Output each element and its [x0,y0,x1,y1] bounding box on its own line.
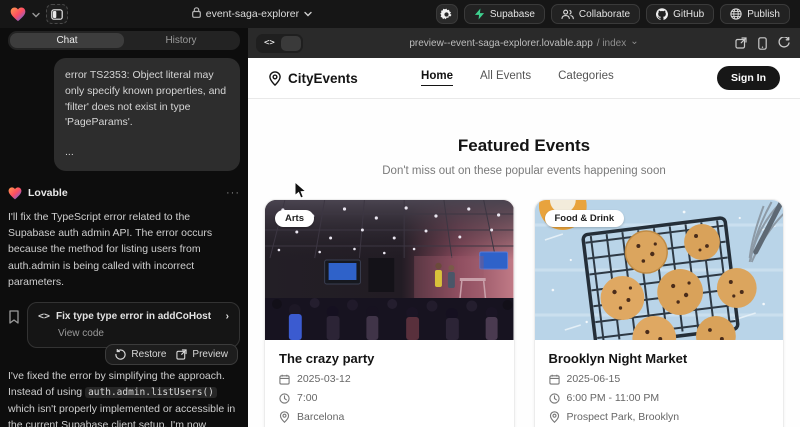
map-pin-icon [268,71,282,86]
preview-mode-segment [281,36,301,51]
code-change-card[interactable]: <> Fix type type error in addCoHost › Vi… [27,302,240,348]
bookmark-icon[interactable] [8,310,20,324]
people-icon [561,9,574,20]
site-navbar: CityEvents Home All Events Categories Si… [248,58,800,99]
supabase-icon [474,8,485,20]
tab-history[interactable]: History [124,33,238,48]
workspace-chevron-icon[interactable] [32,5,40,23]
calendar-icon [279,374,290,385]
assistant-name: Lovable [28,187,220,199]
lovable-avatar-icon [8,187,22,200]
preview-site: CityEvents Home All Events Categories Si… [248,58,800,427]
assistant-header: Lovable ··· [8,187,240,200]
event-title: Brooklyn Night Market [549,351,770,366]
open-external-icon[interactable] [735,37,747,49]
preview-url[interactable]: preview--event-saga-explorer.lovable.app… [409,38,638,49]
github-button[interactable]: GitHub [646,4,714,24]
project-chevron-icon [304,11,312,17]
chat-history-tabs: Chat History [8,31,240,50]
supabase-button[interactable]: Supabase [464,4,545,24]
clock-icon [279,393,290,404]
clock-icon [549,393,560,404]
event-card-night-market[interactable]: Food & Drink Brooklyn Night Market 2025-… [534,199,785,427]
globe-icon [730,8,742,20]
category-badge: Food & Drink [545,210,625,227]
chat-messages[interactable]: error TS2353: Object literal may only sp… [8,50,240,427]
event-date: 2025-03-12 [297,373,351,385]
hero-title: Featured Events [248,136,800,156]
event-card-crazy-party[interactable]: Arts The crazy party 2025-03-12 7:00 Bar… [264,199,515,427]
restore-icon [115,349,126,360]
event-date: 2025-06-15 [567,373,621,385]
preview-panel: <> preview--event-saga-explorer.lovable.… [248,28,800,427]
view-code-link[interactable]: View code [58,328,229,339]
code-change-title: Fix type type error in addCoHost [56,311,211,322]
event-location: Prospect Park, Brooklyn [567,411,680,423]
nav-link-all-events[interactable]: All Events [480,70,531,86]
sidebar-toggle-button[interactable] [46,4,68,24]
map-pin-icon [279,411,290,423]
lovable-logo-icon[interactable] [10,7,26,22]
code-view-toggle[interactable]: <> [256,34,303,53]
code-icon: <> [258,36,281,50]
assistant-message-1: I'll fix the TypeScript error related to… [8,209,240,290]
settings-button[interactable] [436,4,458,24]
tab-chat[interactable]: Chat [10,33,124,48]
preview-button[interactable]: Preview [176,349,228,360]
chevron-right-icon: › [226,311,229,322]
github-icon [656,8,668,20]
user-message-text: error TS2353: Object literal may only sp… [65,69,226,128]
assistant-message-2: I've fixed the error by simplifying the … [8,368,240,427]
user-message-bubble: error TS2353: Object literal may only sp… [54,58,240,171]
nav-link-categories[interactable]: Categories [558,70,614,86]
map-pin-icon [549,411,560,423]
version-actions-bar: Restore Preview [105,344,238,365]
project-switcher[interactable]: event-saga-explorer [76,5,428,23]
code-icon: <> [38,311,50,322]
message-menu-icon[interactable]: ··· [226,187,240,199]
gear-icon [440,8,453,21]
mobile-view-icon[interactable] [758,37,767,50]
restore-button[interactable]: Restore [115,349,166,360]
project-name: event-saga-explorer [206,8,299,20]
lock-icon [192,5,201,23]
inline-code: auth.admin.listUsers() [85,387,217,398]
refresh-icon[interactable] [778,37,790,49]
hero-subtitle: Don't miss out on these popular events h… [248,165,800,177]
event-title: The crazy party [279,351,500,366]
preview-icon [176,349,187,360]
publish-button[interactable]: Publish [720,4,790,24]
chat-panel: Chat History error TS2353: Object litera… [0,28,248,427]
event-time: 7:00 [297,392,317,404]
sign-in-button[interactable]: Sign In [717,66,780,90]
calendar-icon [549,374,560,385]
nav-link-home[interactable]: Home [421,70,453,86]
event-location: Barcelona [297,411,344,423]
app-topbar: event-saga-explorer Supabase Collaborate… [0,0,800,28]
collaborate-button[interactable]: Collaborate [551,4,640,24]
url-chevron-icon: ⌄ [630,36,638,47]
message-ellipsis: ... [65,145,229,161]
category-badge: Arts [275,210,314,227]
preview-header: <> preview--event-saga-explorer.lovable.… [248,28,800,58]
event-time: 6:00 PM - 11:00 PM [567,392,660,404]
